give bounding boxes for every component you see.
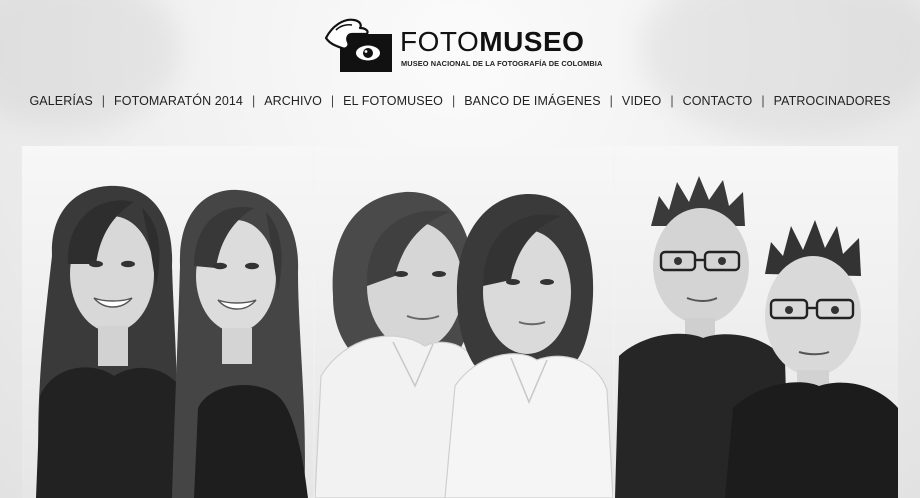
- nav-item-banco-de-imagenes[interactable]: BANCO DE IMÁGENES: [455, 94, 609, 108]
- portrait-image: [36, 185, 308, 498]
- photo-twin-men[interactable]: [615, 146, 898, 498]
- site-logo[interactable]: FOTOMUSEO MUSEO NACIONAL DE LA FOTOGRAFÍ…: [322, 16, 612, 74]
- nav-item-galerias[interactable]: GALERÍAS: [20, 94, 101, 108]
- nav-item-archivo[interactable]: ARCHIVO: [255, 94, 331, 108]
- portrait-image: [315, 191, 613, 498]
- nav-item-el-fotomuseo[interactable]: EL FOTOMUSEO: [334, 94, 452, 108]
- logo-wordmark-light: FOTO: [400, 26, 480, 57]
- nav-item-video[interactable]: VIDEO: [613, 94, 670, 108]
- background-blur: [640, 0, 920, 140]
- portrait-image: [615, 176, 898, 498]
- main-nav: GALERÍAS | FOTOMARATÓN 2014 | ARCHIVO | EL FOT…: [0, 94, 920, 108]
- background-blur: [0, 0, 180, 130]
- nav-item-contacto[interactable]: CONTACTO: [674, 94, 762, 108]
- logo-wordmark-bold: MUSEO: [479, 26, 585, 57]
- logo-tagline: MUSEO NACIONAL DE LA FOTOGRAFÍA DE COLOM…: [401, 59, 603, 68]
- nav-item-fotomaraton[interactable]: FOTOMARATÓN 2014: [105, 94, 252, 108]
- page: FOTOMUSEO MUSEO NACIONAL DE LA FOTOGRAFÍ…: [0, 0, 920, 498]
- photo-twin-sisters[interactable]: [22, 146, 313, 498]
- nav-item-patrocinadores[interactable]: PATROCINADORES: [765, 94, 900, 108]
- photo-gallery: [22, 146, 898, 498]
- logo-wordmark: FOTOMUSEO: [400, 28, 584, 56]
- hand-eye-icon: [324, 18, 392, 72]
- photo-twin-women[interactable]: [315, 146, 613, 498]
